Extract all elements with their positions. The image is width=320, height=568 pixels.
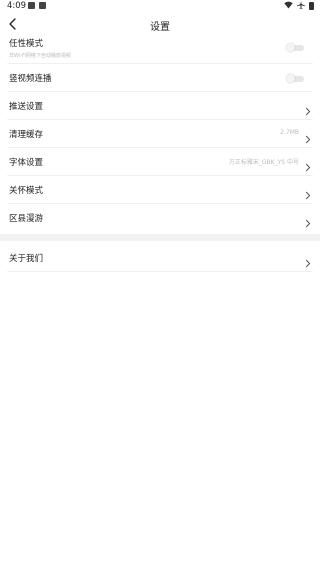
setting-label: 关怀模式 (9, 186, 44, 196)
setting-row-cache[interactable]: 清理缓存 2.7MB (7, 120, 313, 148)
battery-icon (309, 2, 314, 10)
wifi-icon (284, 1, 293, 11)
cache-size: 2.7MB (280, 129, 299, 136)
vertical-video-toggle[interactable] (286, 74, 304, 84)
setting-sublabel: 非Wi-Fi网络下自动播放视频 (9, 53, 71, 59)
page-title: 设置 (150, 22, 170, 33)
settings-list: 任性模式 非Wi-Fi网络下自动播放视频 竖视频连播 推送设置 清理缓存 2.7… (0, 33, 320, 272)
image-icon (28, 2, 35, 9)
setting-row-care-mode[interactable]: 关怀模式 (7, 176, 313, 204)
chevron-right-icon (305, 157, 311, 172)
setting-label: 任性模式 (9, 39, 44, 49)
status-time: 4:09 (7, 1, 27, 11)
setting-label: 区县漫游 (9, 214, 44, 224)
status-bar: 4:09 (0, 0, 320, 12)
setting-row-about[interactable]: 关于我们 (7, 244, 313, 272)
setting-row-font[interactable]: 字体设置 方正标雅宋_GBK_YS 中号 (7, 148, 313, 176)
setting-row-vertical-video[interactable]: 竖视频连播 (7, 64, 313, 92)
section-divider (0, 234, 320, 241)
setting-row-wilful-mode[interactable]: 任性模式 非Wi-Fi网络下自动播放视频 (7, 33, 313, 64)
setting-label: 推送设置 (9, 102, 44, 112)
setting-label: 关于我们 (9, 254, 44, 264)
notification-icon (39, 2, 46, 9)
autoplay-toggle[interactable] (286, 43, 304, 53)
chevron-right-icon (305, 101, 311, 116)
setting-row-push[interactable]: 推送设置 (7, 92, 313, 120)
chevron-right-icon (305, 129, 311, 144)
chevron-right-icon (305, 185, 311, 200)
setting-row-county-roaming[interactable]: 区县漫游 (7, 204, 313, 231)
setting-label: 清理缓存 (9, 130, 44, 140)
chevron-right-icon (305, 213, 311, 228)
font-value: 方正标雅宋_GBK_YS 中号 (228, 159, 299, 166)
airplane-icon (297, 1, 305, 11)
setting-label: 字体设置 (9, 158, 44, 168)
chevron-right-icon (305, 253, 311, 268)
setting-label: 竖视频连播 (9, 74, 52, 84)
